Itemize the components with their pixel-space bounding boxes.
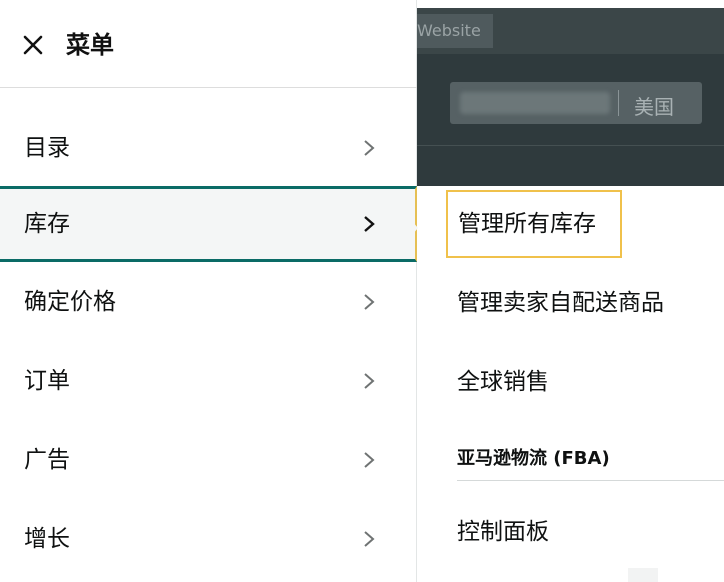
menu-panel: 菜单 目录 库存 确定价格 订单 广告 增长 — [0, 0, 417, 582]
chevron-right-icon — [364, 373, 375, 389]
website-tab-label: Website — [417, 21, 481, 40]
menu-title: 菜单 — [66, 31, 114, 59]
submenu-item-manage-all-inventory[interactable]: 管理所有库存 — [446, 190, 622, 258]
menu-item-catalog[interactable]: 目录 — [0, 110, 417, 186]
menu-item-advertising[interactable]: 广告 — [0, 422, 417, 498]
chevron-right-icon — [364, 216, 375, 232]
submenu-section-divider — [457, 480, 724, 481]
menu-item-orders[interactable]: 订单 — [0, 343, 417, 419]
top-bar: Website — [417, 8, 724, 54]
blurred-search-text — [460, 92, 610, 114]
search-divider — [618, 90, 619, 116]
submenu-item-dashboard[interactable]: 控制面板 — [457, 517, 549, 547]
menu-item-label: 订单 — [24, 368, 70, 394]
chevron-right-icon — [364, 531, 375, 547]
submenu-item-manage-fbm[interactable]: 管理卖家自配送商品 — [457, 288, 664, 318]
app-header-background: Website 美国 — [417, 8, 724, 186]
menu-item-label: 确定价格 — [24, 289, 116, 315]
menu-header: 菜单 — [0, 0, 417, 88]
header-divider — [417, 145, 724, 146]
menu-item-label: 目录 — [24, 135, 70, 161]
chevron-right-icon — [364, 452, 375, 468]
chevron-right-icon — [364, 294, 375, 310]
chevron-right-icon — [364, 140, 375, 156]
close-icon[interactable] — [22, 34, 44, 56]
menu-item-inventory[interactable]: 库存 — [0, 186, 417, 262]
menu-item-growth[interactable]: 增长 — [0, 501, 417, 577]
menu-item-pricing[interactable]: 确定价格 — [0, 264, 417, 340]
scrollbar-fragment — [628, 568, 658, 582]
submenu-item-global-selling[interactable]: 全球销售 — [457, 367, 549, 397]
website-tab[interactable]: Website — [417, 14, 493, 48]
submenu-pointer — [406, 214, 418, 242]
search-box[interactable]: 美国 — [450, 82, 702, 124]
menu-item-label: 广告 — [24, 447, 70, 473]
region-selector[interactable]: 美国 — [634, 91, 674, 120]
menu-item-label: 库存 — [24, 211, 70, 237]
menu-item-label: 增长 — [24, 526, 70, 552]
submenu-section-heading-fba: 亚马逊物流 (FBA) — [457, 448, 610, 469]
screen: Website 美国 管理所有库存 管理卖家自配送商品 全球销售 亚马逊物流 (… — [0, 0, 724, 582]
